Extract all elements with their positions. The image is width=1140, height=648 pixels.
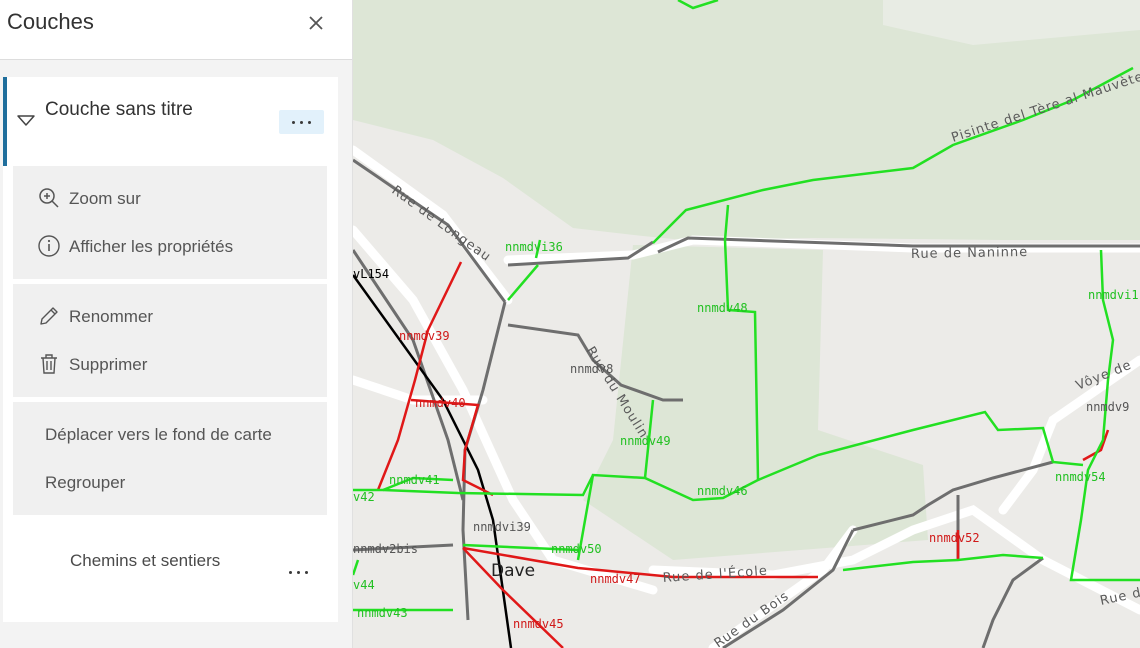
menu-item-rename[interactable]: Renommer [13,296,327,336]
ellipsis-icon [289,571,292,574]
menu-item-group[interactable]: Regrouper [13,462,327,502]
menu-item-label: Zoom sur [69,189,141,208]
layers-panel: Couches Couche sans titre Zoom sur Affic… [0,0,353,648]
feature-label: nnmdvi39 [473,520,531,534]
feature-label: nnmdv49 [620,434,671,448]
feature-label: nnmdv43 [357,606,408,620]
feature-label: nnmdv54 [1055,470,1106,484]
feature-label: v44 [353,578,375,592]
sublayer-options-button[interactable] [283,560,315,584]
collapse-toggle[interactable] [16,112,36,128]
road-label-naninne: Rue de Naninne [911,245,1028,262]
sublayer-title[interactable]: Chemins et sentiers [70,549,250,573]
chevron-down-icon [17,115,35,126]
menu-item-label: Regrouper [45,473,126,492]
layer-selected-indicator [3,77,7,166]
menu-item-label: Déplacer vers le fond de carte [45,425,272,444]
layer-options-button[interactable] [279,110,324,134]
menu-item-label: Afficher les propriétés [69,237,234,256]
feature-label: v42 [353,490,375,504]
menu-item-delete[interactable]: Supprimer [13,344,327,384]
map-canvas[interactable]: Rue de Longeau Rue de Naninne Pisinte de… [353,0,1140,648]
feature-label: nnmdv52 [929,531,980,545]
menu-item-move-to-basemap[interactable]: Déplacer vers le fond de carte [13,414,327,454]
menu-item-label: Supprimer [69,355,148,374]
zoom-in-icon [39,188,59,208]
ellipsis-dot [308,121,311,124]
feature-label: nnmdv9 [1086,400,1129,414]
menu-item-label: Renommer [69,307,154,326]
close-button[interactable] [304,11,328,35]
road-label-ecole: Rue de l'École [662,563,768,586]
layer-title[interactable]: Couche sans titre [45,96,245,123]
panel-header: Couches [0,0,352,60]
feature-label: nnmdv41 [389,473,440,487]
feature-label: nnmdvi1 [1088,288,1139,302]
road-label-bois: Rue du Bois [712,589,792,648]
feature-label: nnmdv47 [590,572,641,586]
ellipsis-icon [292,121,295,124]
pencil-icon [40,307,58,325]
menu-item-properties[interactable]: Afficher les propriétés [13,226,327,266]
feature-label: nnmdv40 [415,396,466,410]
ellipsis-dot [300,121,303,124]
feature-label: nnmdvi36 [505,240,563,254]
feature-label: nnmdv50 [551,542,602,556]
feature-label: nnmdv46 [697,484,748,498]
place-label-dave: Dave [491,561,535,581]
menu-item-zoom[interactable]: Zoom sur [13,178,327,218]
feature-label: nnmdv45 [513,617,564,631]
feature-label: nnmdv2bis [353,542,418,556]
feature-label: nnmdv48 [697,301,748,315]
ellipsis-dot [297,571,300,574]
menu-group-edit: Renommer Supprimer [13,284,327,397]
feature-label: nnmdv8 [570,362,613,376]
info-icon [38,235,60,257]
road-label-longeau: Rue de Longeau [389,183,494,265]
feature-label: vL154 [353,267,389,281]
trash-icon [41,354,57,374]
menu-group-arrange: Déplacer vers le fond de carte Regrouper [13,402,327,515]
menu-group-view: Zoom sur Afficher les propriétés [13,166,327,279]
map-view[interactable]: Rue de Longeau Rue de Naninne Pisinte de… [353,0,1140,648]
panel-title: Couches [7,9,94,34]
ellipsis-dot [305,571,308,574]
feature-label: nnmdv39 [399,329,450,343]
close-icon [309,16,323,30]
